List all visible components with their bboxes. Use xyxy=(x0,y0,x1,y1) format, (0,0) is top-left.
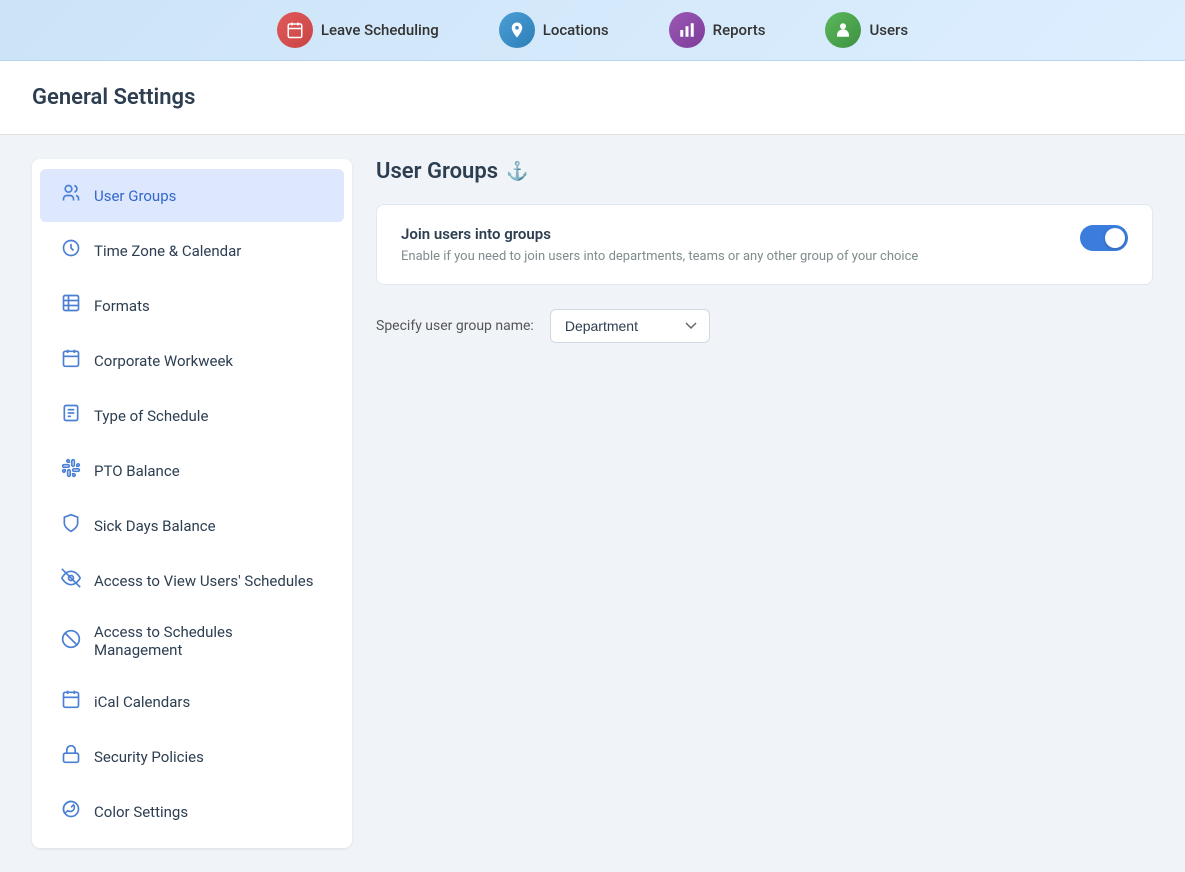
nav-label-locations: Locations xyxy=(543,21,609,39)
leave-scheduling-icon xyxy=(277,12,313,48)
nav-item-users[interactable]: Users xyxy=(825,12,908,48)
nav-item-locations[interactable]: Locations xyxy=(499,12,609,48)
security-icon xyxy=(60,744,82,769)
card-text: Join users into groups Enable if you nee… xyxy=(401,225,1064,264)
page-header: General Settings xyxy=(0,61,1185,135)
color-settings-icon xyxy=(60,799,82,824)
join-users-card: Join users into groups Enable if you nee… xyxy=(376,204,1153,285)
sidebar-label-ical: iCal Calendars xyxy=(94,693,190,711)
card-description: Enable if you need to join users into de… xyxy=(401,249,1064,264)
sidebar-label-security: Security Policies xyxy=(94,748,204,766)
sidebar-label-formats: Formats xyxy=(94,297,150,315)
user-group-name-select[interactable]: Department Team Division Group xyxy=(550,309,710,343)
reports-icon xyxy=(669,12,705,48)
time-zone-icon xyxy=(60,238,82,263)
card-title: Join users into groups xyxy=(401,225,1064,243)
content-area: User Groups Time Zone & Calendar Formats… xyxy=(0,135,1185,872)
sidebar-item-ical-calendars[interactable]: iCal Calendars xyxy=(40,675,344,728)
sidebar-label-user-groups: User Groups xyxy=(94,187,176,205)
sidebar-item-corporate-workweek[interactable]: Corporate Workweek xyxy=(40,334,344,387)
sidebar-label-color-settings: Color Settings xyxy=(94,803,188,821)
anchor-link-icon[interactable]: ⚓ xyxy=(506,161,528,182)
page-body: General Settings User Groups Time Zone &… xyxy=(0,61,1185,872)
sidebar-label-access-management: Access to Schedules Management xyxy=(94,623,324,659)
sidebar-label-pto-balance: PTO Balance xyxy=(94,462,180,480)
join-users-toggle[interactable] xyxy=(1080,225,1128,251)
sidebar-label-access-view: Access to View Users' Schedules xyxy=(94,572,313,590)
user-groups-icon xyxy=(60,183,82,208)
sidebar-item-type-of-schedule[interactable]: Type of Schedule xyxy=(40,389,344,442)
users-icon xyxy=(825,12,861,48)
sidebar-label-sick-days: Sick Days Balance xyxy=(94,517,216,535)
sidebar-item-user-groups[interactable]: User Groups xyxy=(40,169,344,222)
corporate-workweek-icon xyxy=(60,348,82,373)
sidebar-item-security-policies[interactable]: Security Policies xyxy=(40,730,344,783)
sidebar-item-sick-days-balance[interactable]: Sick Days Balance xyxy=(40,499,344,552)
sidebar-item-pto-balance[interactable]: PTO Balance xyxy=(40,444,344,497)
nav-label-reports: Reports xyxy=(713,21,766,39)
access-management-icon xyxy=(60,629,82,654)
main-content: User Groups ⚓ Join users into groups Ena… xyxy=(376,159,1153,848)
specify-row: Specify user group name: Department Team… xyxy=(376,309,1153,343)
sidebar-item-access-view-schedules[interactable]: Access to View Users' Schedules xyxy=(40,554,344,607)
sidebar-label-corporate-workweek: Corporate Workweek xyxy=(94,352,233,370)
locations-icon xyxy=(499,12,535,48)
type-of-schedule-icon xyxy=(60,403,82,428)
top-nav: Leave Scheduling Locations Reports Users xyxy=(0,0,1185,61)
sick-days-icon xyxy=(60,513,82,538)
sidebar-item-formats[interactable]: Formats xyxy=(40,279,344,332)
nav-label-leave-scheduling: Leave Scheduling xyxy=(321,21,439,39)
ical-icon xyxy=(60,689,82,714)
access-view-icon xyxy=(60,568,82,593)
sidebar-item-color-settings[interactable]: Color Settings xyxy=(40,785,344,838)
nav-item-leave-scheduling[interactable]: Leave Scheduling xyxy=(277,12,439,48)
sidebar-item-access-schedules-mgmt[interactable]: Access to Schedules Management xyxy=(40,609,344,673)
formats-icon xyxy=(60,293,82,318)
sidebar-label-time-zone: Time Zone & Calendar xyxy=(94,242,241,260)
sidebar-item-time-zone[interactable]: Time Zone & Calendar xyxy=(40,224,344,277)
nav-label-users: Users xyxy=(869,21,908,39)
page-title: General Settings xyxy=(32,85,1153,110)
pto-balance-icon xyxy=(60,458,82,483)
section-title: User Groups ⚓ xyxy=(376,159,1153,184)
settings-sidebar: User Groups Time Zone & Calendar Formats… xyxy=(32,159,352,848)
sidebar-label-type-of-schedule: Type of Schedule xyxy=(94,407,208,425)
nav-item-reports[interactable]: Reports xyxy=(669,12,766,48)
specify-label: Specify user group name: xyxy=(376,318,534,334)
